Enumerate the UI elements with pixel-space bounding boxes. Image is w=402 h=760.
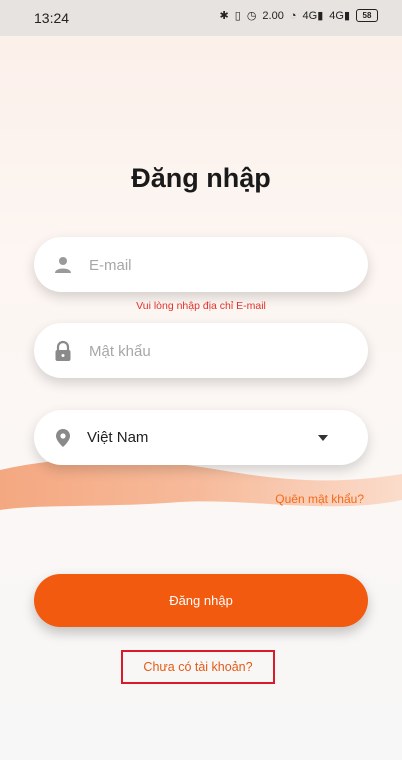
country-select[interactable]: Việt Nam <box>34 410 368 465</box>
email-field[interactable] <box>34 237 368 292</box>
lock-icon <box>55 340 71 361</box>
forgot-password-link[interactable]: Quên mật khẩu? <box>275 492 364 506</box>
signal-icon-1: 4G▮ <box>302 10 324 22</box>
network-speed: 2.00 <box>262 9 284 22</box>
email-error-message: Vui lòng nhập địa chỉ E-mail <box>136 300 266 312</box>
status-bar: 13:24 ✱ ▯ ◷ 2.00 ◔ 4G▮ 4G▮ 58 <box>0 0 402 36</box>
wifi-icon: ◔ <box>289 9 297 22</box>
alarm-icon: ◷ <box>246 10 257 22</box>
status-time: 13:24 <box>34 10 70 26</box>
password-input[interactable] <box>87 339 331 363</box>
country-value: Việt Nam <box>87 429 149 446</box>
login-button[interactable]: Đăng nhập <box>34 574 368 627</box>
user-icon <box>55 257 71 273</box>
status-icons: ✱ ▯ ◷ 2.00 ◔ 4G▮ 4G▮ 58 <box>220 9 378 22</box>
bluetooth-icon: ✱ <box>219 10 229 22</box>
battery-icon: 58 <box>356 9 378 22</box>
vibrate-icon: ▯ <box>234 10 241 22</box>
password-field[interactable] <box>34 323 368 378</box>
signal-icon-2: 4G▮ <box>329 10 350 22</box>
email-input[interactable] <box>87 253 331 277</box>
signup-link[interactable]: Chưa có tài khoản? <box>143 660 252 674</box>
location-pin-icon <box>56 429 70 447</box>
page-title: Đăng nhập <box>131 163 271 193</box>
caret-down-icon <box>318 435 328 441</box>
signup-link-highlight: Chưa có tài khoản? <box>121 650 275 684</box>
